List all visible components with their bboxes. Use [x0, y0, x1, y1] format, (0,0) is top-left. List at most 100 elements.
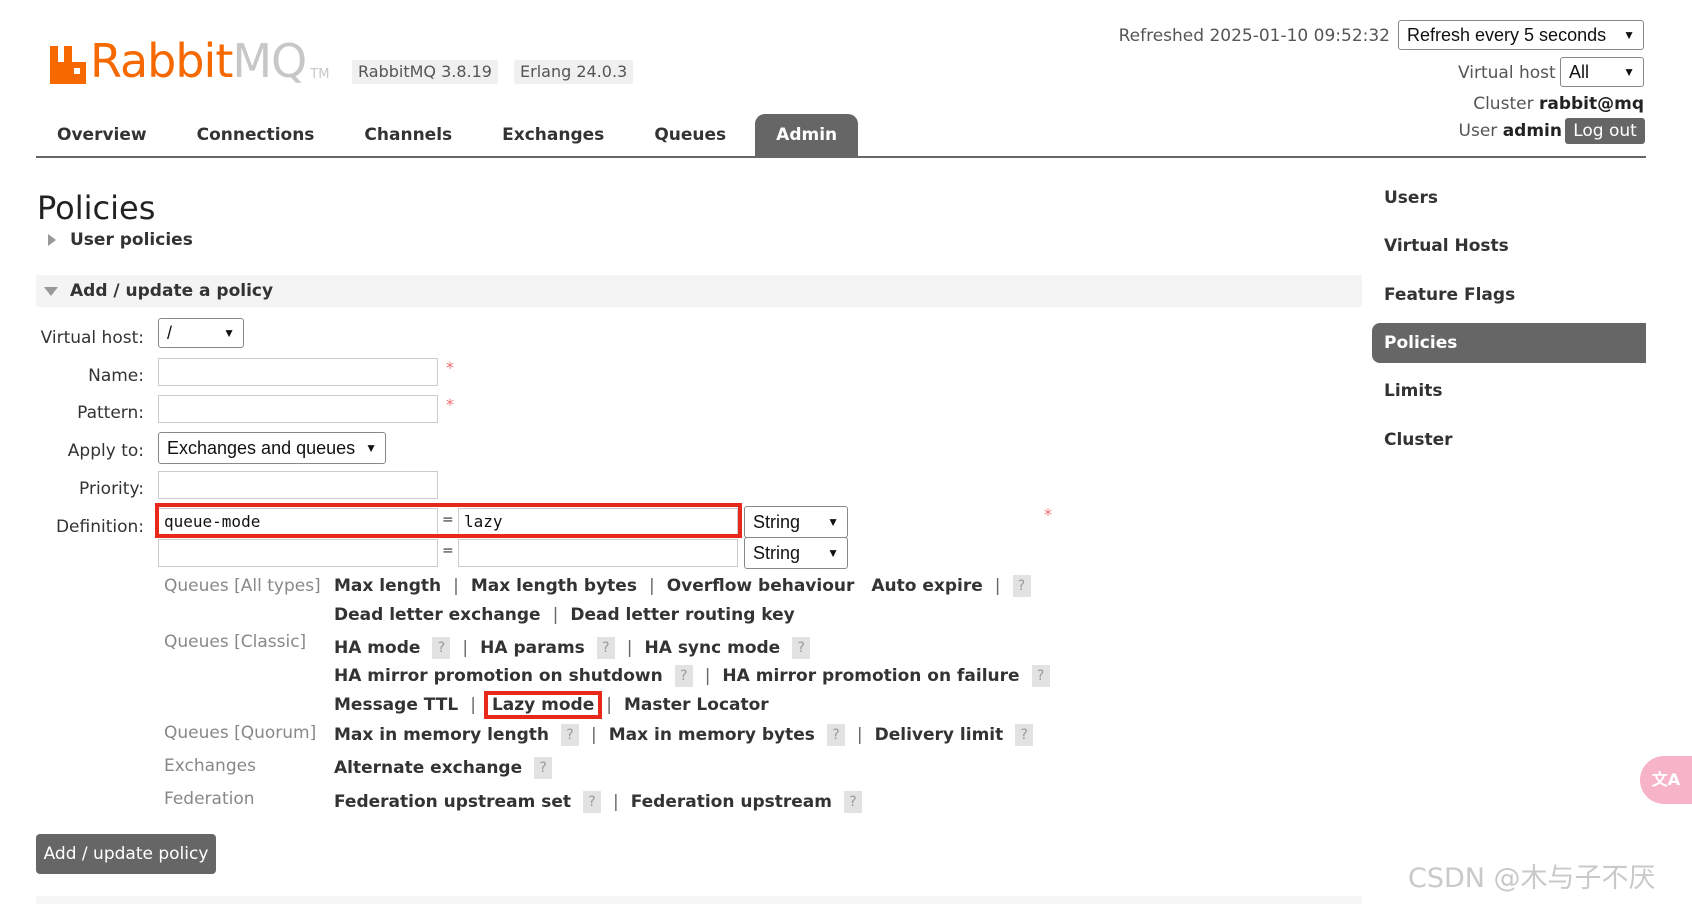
- definition-key-input[interactable]: [158, 539, 438, 567]
- user-policies-label: User policies: [70, 230, 193, 250]
- refresh-interval-select[interactable]: Refresh every 5 seconds ▼: [1398, 20, 1644, 50]
- help-row: HA mirror promotion on shutdown ? | HA m…: [334, 663, 1050, 689]
- tab-connections[interactable]: Connections: [176, 114, 336, 156]
- help-question-icon[interactable]: ?: [792, 637, 811, 659]
- priority-label: Priority:: [79, 479, 144, 499]
- tab-channels[interactable]: Channels: [343, 114, 473, 156]
- erlang-version-badge: Erlang 24.0.3: [514, 60, 634, 84]
- help-link-max-in-memory-length[interactable]: Max in memory length: [334, 722, 549, 748]
- help-link-alternate-exchange[interactable]: Alternate exchange: [334, 755, 522, 781]
- page-title: Policies: [37, 189, 156, 227]
- sidebar-item-virtual-hosts[interactable]: Virtual Hosts: [1372, 226, 1646, 266]
- help-question-icon[interactable]: ?: [1031, 665, 1050, 687]
- help-link-max-in-memory-bytes[interactable]: Max in memory bytes: [609, 722, 815, 748]
- form-virtual-host-value: /: [167, 322, 173, 343]
- help-row: HA mode ? | HA params ? | HA sync mode ?: [334, 635, 811, 661]
- help-link-federation-upstream[interactable]: Federation upstream: [631, 789, 832, 815]
- caret-right-icon: [48, 234, 56, 246]
- help-link-dead-letter-routing-key[interactable]: Dead letter routing key: [570, 602, 794, 628]
- help-link-dead-letter-exchange[interactable]: Dead letter exchange: [334, 602, 541, 628]
- help-link-max-length[interactable]: Max length: [334, 573, 441, 599]
- group-label-queues-quorum: Queues [Quorum]: [164, 723, 317, 743]
- user-label: User: [1458, 121, 1498, 141]
- help-link-ha-mode[interactable]: HA mode: [334, 635, 420, 661]
- help-row: Dead letter exchange | Dead letter routi…: [334, 602, 795, 628]
- apply-to-value: Exchanges and queues: [167, 437, 356, 458]
- help-link-auto-expire[interactable]: Auto expire: [871, 573, 982, 599]
- virtual-host-select[interactable]: All ▼: [1560, 57, 1644, 87]
- logout-button[interactable]: Log out: [1565, 118, 1645, 144]
- logo-trademark: TM: [310, 67, 330, 82]
- help-link-federation-upstream-set[interactable]: Federation upstream set: [334, 789, 571, 815]
- apply-to-select[interactable]: Exchanges and queues ▼: [158, 432, 386, 464]
- help-link-ha-sync-mode[interactable]: HA sync mode: [645, 635, 781, 661]
- logo-text-mq: MQ: [232, 34, 307, 88]
- help-question-icon[interactable]: ?: [1012, 575, 1031, 597]
- logo-text-rabbit: Rabbit: [90, 34, 233, 88]
- group-label-exchanges: Exchanges: [164, 756, 256, 776]
- help-question-icon[interactable]: ?: [826, 724, 845, 746]
- main-nav: Overview Connections Channels Exchanges …: [36, 114, 866, 156]
- help-link-ha-params[interactable]: HA params: [480, 635, 585, 661]
- help-link-overflow-behaviour[interactable]: Overflow behaviour: [667, 573, 855, 599]
- help-question-icon[interactable]: ?: [596, 637, 615, 659]
- pattern-label: Pattern:: [77, 403, 144, 423]
- rabbit-logo-icon: [50, 44, 86, 84]
- priority-input[interactable]: [158, 471, 438, 499]
- help-question-icon[interactable]: ?: [1015, 724, 1034, 746]
- form-virtual-host-label: Virtual host:: [40, 328, 144, 348]
- add-update-policy-button[interactable]: Add / update policy: [36, 834, 216, 874]
- chevron-down-icon: ▼: [827, 546, 839, 560]
- help-question-icon[interactable]: ?: [432, 637, 451, 659]
- help-link-max-length-bytes[interactable]: Max length bytes: [471, 573, 637, 599]
- refresh-interval-value: Refresh every 5 seconds: [1407, 24, 1607, 45]
- chevron-down-icon: ▼: [1623, 28, 1635, 42]
- sidebar-item-feature-flags[interactable]: Feature Flags: [1372, 275, 1646, 315]
- add-policy-section-header[interactable]: Add / update a policy: [36, 275, 1362, 307]
- sidebar-item-users[interactable]: Users: [1372, 178, 1646, 218]
- sidebar-item-policies[interactable]: Policies: [1372, 323, 1646, 363]
- help-row: Max in memory length ? | Max in memory b…: [334, 722, 1034, 748]
- tab-overview[interactable]: Overview: [36, 114, 168, 156]
- definition-type-select[interactable]: String ▼: [744, 537, 848, 569]
- help-row: Max length | Max length bytes | Overflow…: [334, 573, 1031, 599]
- help-question-icon[interactable]: ?: [582, 791, 601, 813]
- user-policies-toggle[interactable]: User policies: [48, 230, 193, 250]
- group-label-federation: Federation: [164, 789, 255, 809]
- definition-value-input[interactable]: [458, 539, 738, 567]
- pattern-required-mark: *: [446, 395, 454, 414]
- tab-admin[interactable]: Admin: [755, 114, 859, 156]
- help-link-delivery-limit[interactable]: Delivery limit: [875, 722, 1004, 748]
- translate-icon[interactable]: 文A: [1640, 756, 1692, 804]
- sidebar-item-cluster[interactable]: Cluster: [1372, 420, 1646, 460]
- pattern-input[interactable]: [158, 395, 438, 423]
- name-input[interactable]: [158, 358, 438, 386]
- help-link-message-ttl[interactable]: Message TTL: [334, 692, 458, 718]
- sidebar-item-limits[interactable]: Limits: [1372, 371, 1646, 411]
- section-title: Add / update a policy: [70, 281, 274, 301]
- chevron-down-icon: ▼: [365, 441, 377, 455]
- user-name: admin: [1502, 121, 1562, 141]
- definition-type-value: String: [753, 542, 801, 563]
- help-question-icon[interactable]: ?: [674, 665, 693, 687]
- definition-equals: =: [442, 543, 454, 559]
- help-link-ha-mirror-promotion-failure[interactable]: HA mirror promotion on failure: [722, 663, 1019, 689]
- refreshed-timestamp: Refreshed 2025-01-10 09:52:32: [1118, 26, 1390, 46]
- help-link-ha-mirror-promotion-shutdown[interactable]: HA mirror promotion on shutdown: [334, 663, 663, 689]
- rabbitmq-logo[interactable]: Rabbit MQ TM: [50, 36, 329, 84]
- definition-type-select[interactable]: String ▼: [744, 506, 848, 538]
- help-question-icon[interactable]: ?: [534, 757, 553, 779]
- chevron-down-icon: ▼: [223, 326, 235, 340]
- tab-queues[interactable]: Queues: [633, 114, 747, 156]
- cluster-info: Cluster rabbit@mq: [1473, 92, 1644, 116]
- group-label-queues-all: Queues [All types]: [164, 576, 321, 596]
- help-question-icon[interactable]: ?: [844, 791, 862, 813]
- tab-exchanges[interactable]: Exchanges: [481, 114, 625, 156]
- help-link-master-locator[interactable]: Master Locator: [624, 692, 769, 718]
- user-info: User admin: [1459, 118, 1562, 144]
- next-section-edge: [36, 896, 1362, 904]
- form-virtual-host-select[interactable]: / ▼: [158, 318, 244, 348]
- help-question-icon[interactable]: ?: [561, 724, 579, 746]
- group-label-queues-classic: Queues [Classic]: [164, 632, 307, 652]
- help-link-lazy-mode[interactable]: Lazy mode: [483, 691, 603, 719]
